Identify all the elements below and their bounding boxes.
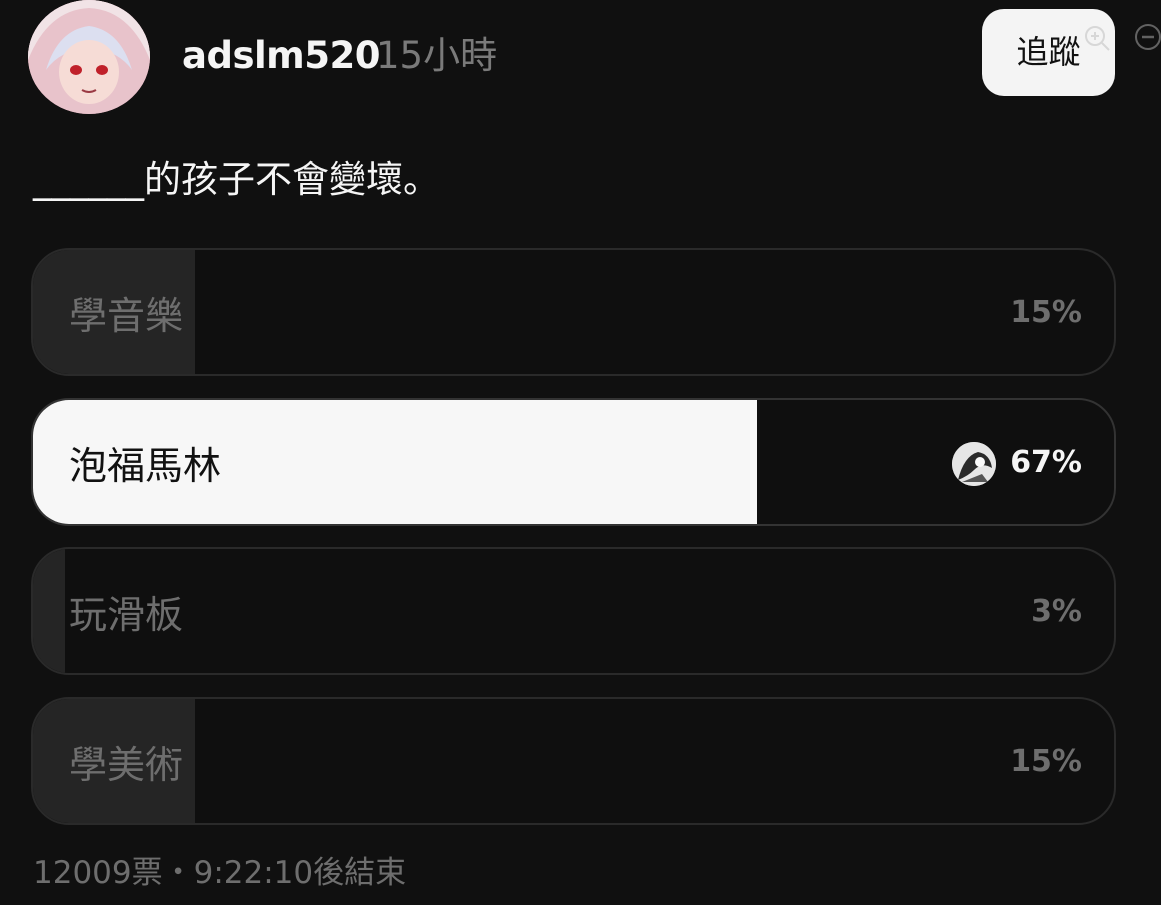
poll-footer: 12009票・9:22:10後結束 bbox=[33, 855, 407, 891]
poll-option-percent: 15% bbox=[1010, 294, 1082, 330]
poll-option-label: 學音樂 bbox=[69, 293, 184, 338]
avatar[interactable] bbox=[28, 0, 150, 114]
zoom-out-icon[interactable] bbox=[1133, 22, 1161, 52]
zoom-in-icon[interactable] bbox=[1083, 24, 1111, 52]
poll-option-label: 學美術 bbox=[69, 742, 184, 787]
username[interactable]: adslm520 bbox=[182, 32, 380, 80]
poll-option-2[interactable]: 泡福馬林 67% bbox=[31, 398, 1116, 526]
poll-option-label: 泡福馬林 bbox=[69, 443, 222, 488]
post-text: ______的孩子不會變壞。 bbox=[33, 158, 440, 201]
poll-option-percent: 67% bbox=[1010, 444, 1082, 480]
voter-avatar-icon bbox=[952, 442, 996, 486]
poll-option-1[interactable]: 學音樂 15% bbox=[31, 248, 1116, 376]
poll-option-percent: 15% bbox=[1010, 743, 1082, 779]
poll-option-fill bbox=[33, 549, 66, 673]
poll-option-3[interactable]: 玩滑板 3% bbox=[31, 547, 1116, 675]
poll-option-percent: 3% bbox=[1031, 593, 1082, 629]
poll-option-4[interactable]: 學美術 15% bbox=[31, 697, 1116, 825]
post-timestamp: 15小時 bbox=[376, 34, 498, 77]
poll-option-label: 玩滑板 bbox=[69, 592, 184, 637]
follow-button[interactable]: 追蹤 bbox=[982, 9, 1115, 96]
